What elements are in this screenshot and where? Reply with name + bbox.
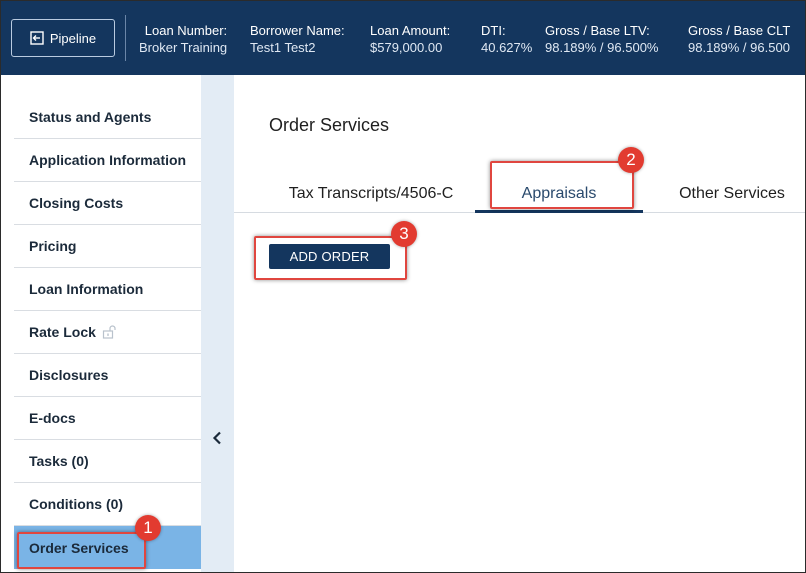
sidebar-item-label: Closing Costs bbox=[29, 195, 124, 211]
ltv-label: Gross / Base LTV: bbox=[545, 23, 650, 38]
step-3-highlight bbox=[254, 236, 407, 280]
sidebar-item-label: E-docs bbox=[29, 410, 76, 426]
sidebar-item-label: Disclosures bbox=[29, 367, 109, 383]
main-content: Order Services Tax Transcripts/4506-C Ap… bbox=[234, 75, 805, 572]
loan-number-field: Loan Number: Broker Training bbox=[139, 22, 227, 56]
sidebar-item-label: Tasks (0) bbox=[29, 453, 89, 469]
tab-other-services[interactable]: Other Services bbox=[662, 179, 802, 209]
loan-amount-value: $579,000.00 bbox=[370, 40, 443, 55]
exit-to-pipeline-icon bbox=[30, 31, 44, 45]
sidebar-item-disclosures[interactable]: Disclosures bbox=[14, 354, 201, 397]
step-3-badge: 3 bbox=[391, 221, 417, 247]
sidebar-item-application-information[interactable]: Application Information bbox=[14, 139, 201, 182]
unlock-icon bbox=[102, 325, 116, 339]
loan-number-value: Broker Training bbox=[139, 40, 228, 55]
ltv-field: Gross / Base LTV: 98.189% / 96.500% bbox=[545, 22, 658, 56]
selected-tab-indicator bbox=[475, 210, 643, 213]
sidebar-nav: Status and Agents Application Informatio… bbox=[1, 75, 201, 572]
loan-amount-label: Loan Amount: bbox=[370, 23, 451, 38]
sidebar-item-status-and-agents[interactable]: Status and Agents bbox=[14, 96, 201, 139]
app-window: Pipeline Loan Number: Broker Training Bo… bbox=[0, 0, 806, 573]
tab-label: Other Services bbox=[679, 185, 785, 202]
page-title: Order Services bbox=[269, 115, 390, 135]
borrower-name-field: Borrower Name: Test1 Test2 bbox=[250, 22, 345, 56]
sidebar-item-label: Conditions (0) bbox=[29, 496, 124, 512]
pipeline-button[interactable]: Pipeline bbox=[11, 19, 115, 57]
sidebar-item-closing-costs[interactable]: Closing Costs bbox=[14, 182, 201, 225]
sidebar-item-label: Rate Lock bbox=[29, 324, 96, 340]
step-1-highlight bbox=[17, 532, 146, 569]
sidebar-item-label: Status and Agents bbox=[29, 109, 152, 125]
borrower-name-label: Borrower Name: bbox=[250, 23, 345, 38]
sidebar-item-label: Loan Information bbox=[29, 281, 144, 297]
chevron-left-icon[interactable] bbox=[209, 429, 225, 447]
sidebar-item-rate-lock[interactable]: Rate Lock bbox=[14, 311, 201, 354]
step-1-badge: 1 bbox=[135, 515, 161, 541]
loan-number-label: Loan Number: bbox=[144, 23, 228, 38]
sidebar-collapse-strip[interactable] bbox=[201, 75, 234, 572]
cltv-value: 98.189% / 96.500 bbox=[688, 40, 790, 55]
borrower-name-value: Test1 Test2 bbox=[250, 40, 316, 55]
sidebar-item-label: Application Information bbox=[29, 152, 187, 168]
sidebar-item-label: Pricing bbox=[29, 238, 77, 254]
step-2-highlight bbox=[490, 161, 634, 209]
loan-amount-field: Loan Amount: $579,000.00 bbox=[370, 22, 450, 56]
ltv-value: 98.189% / 96.500% bbox=[545, 40, 659, 55]
loan-header-bar: Pipeline Loan Number: Broker Training Bo… bbox=[1, 1, 805, 75]
sidebar-item-e-docs[interactable]: E-docs bbox=[14, 397, 201, 440]
tab-tax-transcripts[interactable]: Tax Transcripts/4506-C bbox=[281, 179, 461, 209]
header-divider bbox=[125, 15, 126, 61]
dti-field: DTI: 40.627% bbox=[481, 22, 532, 56]
step-2-badge: 2 bbox=[618, 147, 644, 173]
cltv-field: Gross / Base CLT 98.189% / 96.500 bbox=[688, 22, 790, 56]
dti-label: DTI: bbox=[481, 23, 506, 38]
sidebar-item-conditions[interactable]: Conditions (0) bbox=[14, 483, 201, 526]
pipeline-label: Pipeline bbox=[49, 30, 97, 46]
sidebar-item-loan-information[interactable]: Loan Information bbox=[14, 268, 201, 311]
cltv-label: Gross / Base CLT bbox=[688, 23, 791, 38]
tab-label: Tax Transcripts/4506-C bbox=[288, 185, 454, 202]
sidebar-item-tasks[interactable]: Tasks (0) bbox=[14, 440, 201, 483]
sidebar-item-pricing[interactable]: Pricing bbox=[14, 225, 201, 268]
dti-value: 40.627% bbox=[481, 40, 533, 55]
